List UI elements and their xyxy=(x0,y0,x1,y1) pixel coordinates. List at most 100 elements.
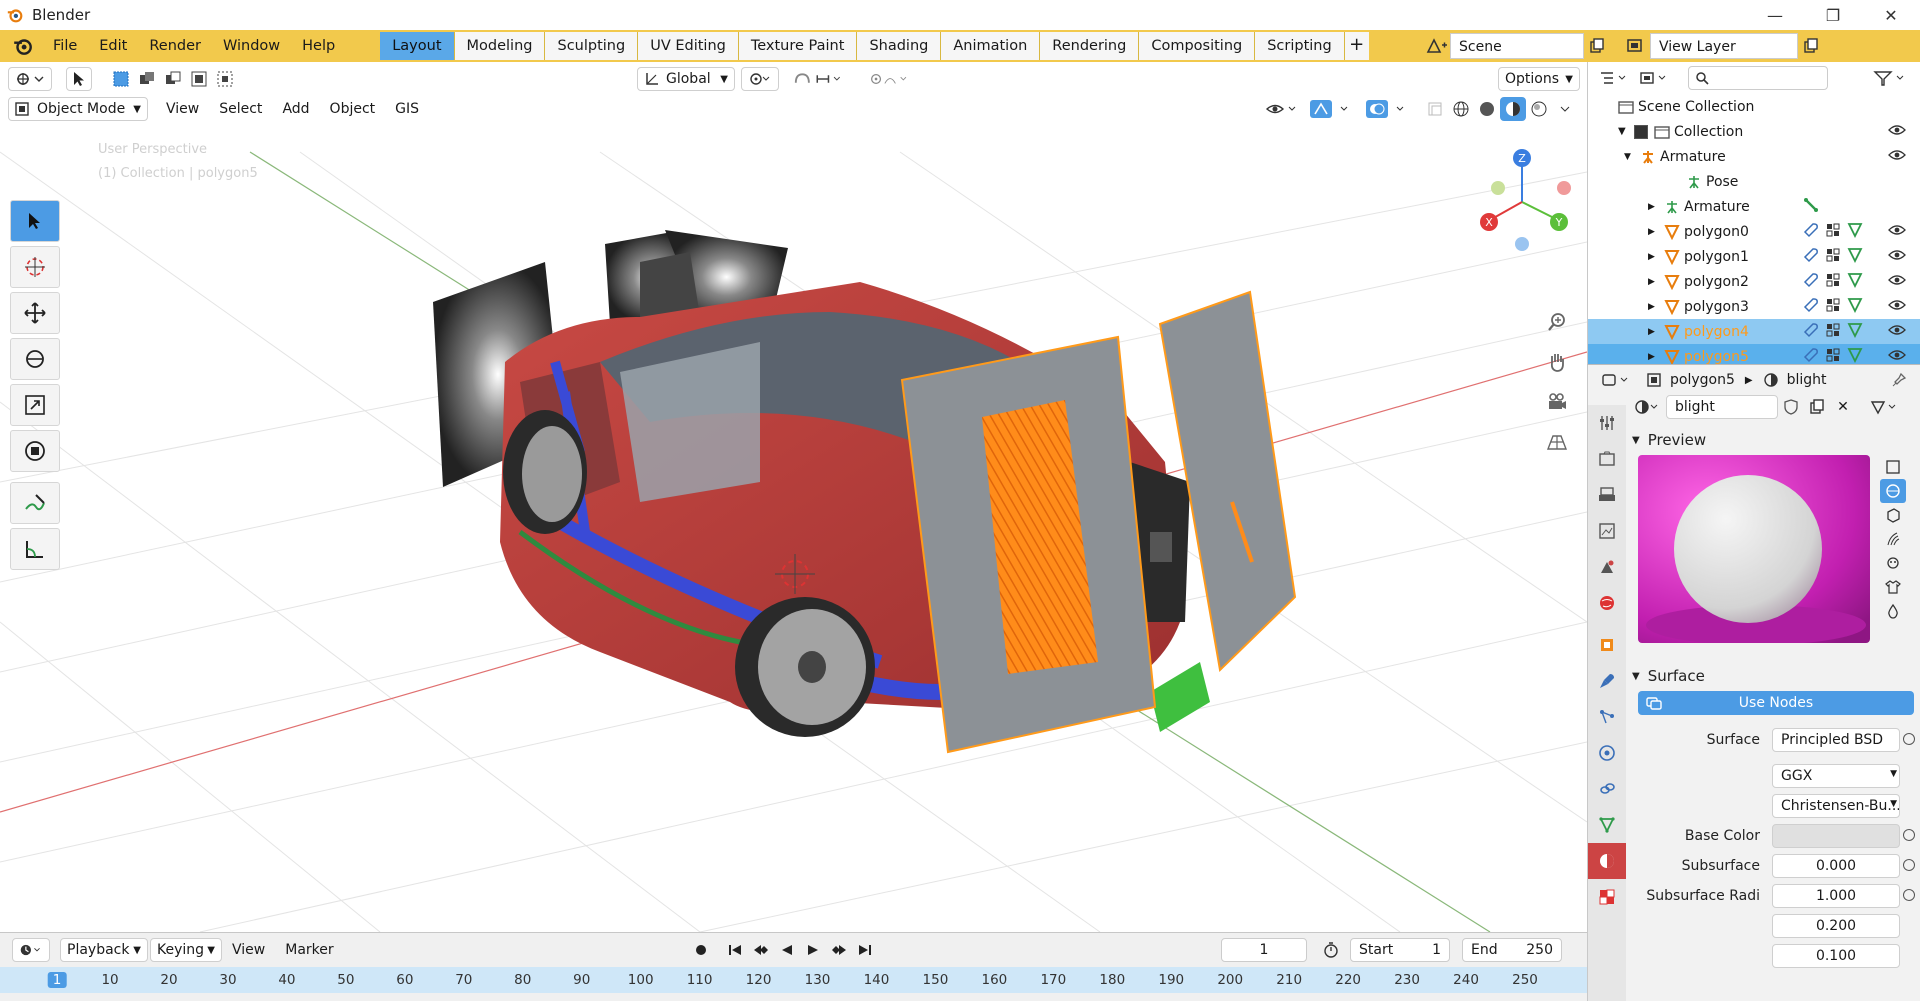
material-name-field[interactable]: blight xyxy=(1666,395,1778,419)
modifier-wrench-icon[interactable] xyxy=(1803,297,1819,313)
outliner-item[interactable]: ▶ polygon0 xyxy=(1588,219,1920,244)
outliner-item[interactable]: Pose xyxy=(1588,169,1920,194)
outliner-item[interactable]: ▶ Armature xyxy=(1588,194,1920,219)
preview-flat-icon[interactable] xyxy=(1880,455,1906,479)
select-invert-icon[interactable] xyxy=(186,67,212,91)
gizmo-toggle[interactable] xyxy=(1308,97,1358,121)
navigation-gizmo[interactable]: Z Y X xyxy=(1474,142,1584,252)
world-properties-tab[interactable] xyxy=(1588,585,1626,621)
scale-tool[interactable] xyxy=(10,384,60,426)
expand-arrow-icon[interactable]: ▶ xyxy=(1648,327,1664,337)
preview-cube-icon[interactable] xyxy=(1880,503,1906,527)
mesh-data-icon[interactable] xyxy=(1847,247,1863,263)
tab-uv-editing[interactable]: UV Editing xyxy=(638,32,739,60)
scene-icon[interactable] xyxy=(1424,34,1450,58)
modifier-wrench-icon[interactable] xyxy=(1803,222,1819,238)
filter-icon[interactable] xyxy=(1870,66,1910,90)
maximize-button[interactable]: ❐ xyxy=(1804,0,1862,30)
play-reverse-button[interactable] xyxy=(774,938,800,962)
timeline-frame-ruler[interactable]: 1 10 20 30 40 50 60 70 80 90 100 110 120 130 140 150 160… xyxy=(0,967,1587,993)
vertex-group-icon[interactable] xyxy=(1825,347,1841,363)
unlink-material-icon[interactable]: ✕ xyxy=(1830,395,1856,419)
modifier-wrench-icon[interactable] xyxy=(1803,347,1819,363)
end-frame-field[interactable]: End 250 xyxy=(1462,938,1562,962)
bone-icon[interactable] xyxy=(1803,197,1819,213)
timeline-menu-marker[interactable]: Marker xyxy=(275,942,343,958)
physics-properties-tab[interactable] xyxy=(1588,735,1626,771)
record-button[interactable] xyxy=(688,938,714,962)
select-tool-button[interactable] xyxy=(66,67,92,91)
collapse-arrow-icon[interactable]: ▼ xyxy=(1632,435,1640,446)
mode-dropdown[interactable]: Object Mode ▼ xyxy=(8,97,148,121)
fake-user-shield-icon[interactable] xyxy=(1778,395,1804,419)
viewport-menu-select[interactable]: Select xyxy=(209,101,272,117)
measure-tool[interactable] xyxy=(10,528,60,570)
perspective-toggle-icon[interactable] xyxy=(1542,422,1572,462)
tab-compositing[interactable]: Compositing xyxy=(1139,32,1256,60)
property-value-field[interactable]: 0.000 xyxy=(1772,854,1900,878)
tab-modeling[interactable]: Modeling xyxy=(454,32,546,60)
outliner-item[interactable]: ▶ polygon2 xyxy=(1588,269,1920,294)
viewport-menu-view[interactable]: View xyxy=(156,101,209,117)
socket-link-icon[interactable] xyxy=(1903,889,1915,901)
expand-arrow-icon[interactable]: ▼ xyxy=(1618,126,1634,137)
visibility-eye-icon[interactable] xyxy=(1888,123,1906,137)
mesh-data-icon[interactable] xyxy=(1847,297,1863,313)
close-button[interactable]: ✕ xyxy=(1862,0,1920,30)
preview-cloth-icon[interactable] xyxy=(1880,575,1906,599)
vertex-group-icon[interactable] xyxy=(1825,322,1841,338)
viewport-menu-gis[interactable]: GIS xyxy=(385,101,429,117)
tool-properties-tab[interactable] xyxy=(1588,405,1626,441)
scene-name-field[interactable]: Scene xyxy=(1450,33,1584,59)
rendered-shading-icon[interactable] xyxy=(1526,97,1552,121)
jump-end-button[interactable] xyxy=(852,938,878,962)
expand-arrow-icon[interactable]: ▶ xyxy=(1648,227,1664,237)
view-layer-icon[interactable] xyxy=(1624,34,1650,58)
3d-viewport[interactable]: Global ▼ Options ▼ Object Mode ▼ View Se… xyxy=(0,62,1587,932)
visibility-eye-icon[interactable] xyxy=(1888,323,1906,337)
output-properties-tab[interactable] xyxy=(1588,477,1626,513)
constraint-properties-tab[interactable] xyxy=(1588,771,1626,807)
expand-arrow-icon[interactable]: ▼ xyxy=(1624,152,1640,162)
rotate-tool[interactable] xyxy=(10,338,60,380)
blender-menu-icon[interactable] xyxy=(12,35,34,57)
outliner-item[interactable]: ▶ polygon1 xyxy=(1588,244,1920,269)
options-dropdown[interactable]: Options ▼ xyxy=(1498,67,1580,91)
camera-view-icon[interactable] xyxy=(1542,382,1572,422)
outliner-item[interactable]: ▼ Armature xyxy=(1588,144,1920,169)
tab-animation[interactable]: Animation xyxy=(941,32,1041,60)
material-browse-icon[interactable] xyxy=(1632,395,1662,419)
collection-checkbox[interactable] xyxy=(1634,124,1648,139)
select-intersect-icon[interactable] xyxy=(212,67,238,91)
mesh-data-icon[interactable] xyxy=(1847,322,1863,338)
visibility-eye-icon[interactable] xyxy=(1888,298,1906,312)
outliner-scene-collection[interactable]: Scene Collection xyxy=(1588,94,1920,119)
modifier-wrench-icon[interactable] xyxy=(1803,247,1819,263)
preview-panel-header[interactable]: ▼ Preview xyxy=(1632,425,1917,455)
object-properties-tab[interactable] xyxy=(1588,627,1626,663)
outliner-editor-type-icon[interactable] xyxy=(1596,66,1632,90)
menu-file[interactable]: File xyxy=(42,38,88,54)
jump-start-button[interactable] xyxy=(722,938,748,962)
properties-editor-type-icon[interactable] xyxy=(1598,368,1634,392)
pan-hand-icon[interactable] xyxy=(1542,342,1572,382)
pivot-point-dropdown[interactable] xyxy=(741,67,779,91)
visibility-dropdown[interactable] xyxy=(1262,97,1302,121)
visibility-eye-icon[interactable] xyxy=(1888,248,1906,262)
pin-icon[interactable] xyxy=(1891,372,1907,388)
tab-sculpting[interactable]: Sculpting xyxy=(545,32,639,60)
property-value-field[interactable]: Christensen-Bu... xyxy=(1772,794,1900,818)
outliner-item[interactable]: ▶ polygon5 xyxy=(1588,344,1920,364)
proportional-edit-toggle[interactable] xyxy=(863,67,919,91)
timeline-editor-type-icon[interactable] xyxy=(12,938,50,962)
tab-layout[interactable]: Layout xyxy=(380,32,455,60)
next-keyframe-button[interactable] xyxy=(826,938,852,962)
menu-window[interactable]: Window xyxy=(212,38,291,54)
tab-rendering[interactable]: Rendering xyxy=(1040,32,1140,60)
surface-panel-header[interactable]: ▼ Surface xyxy=(1632,661,1917,691)
wireframe-shading-icon[interactable] xyxy=(1448,97,1474,121)
playback-dropdown[interactable]: Playback ▼ xyxy=(60,938,148,962)
start-frame-field[interactable]: Start 1 xyxy=(1350,938,1450,962)
vertex-group-icon[interactable] xyxy=(1825,222,1841,238)
mesh-data-icon[interactable] xyxy=(1847,222,1863,238)
